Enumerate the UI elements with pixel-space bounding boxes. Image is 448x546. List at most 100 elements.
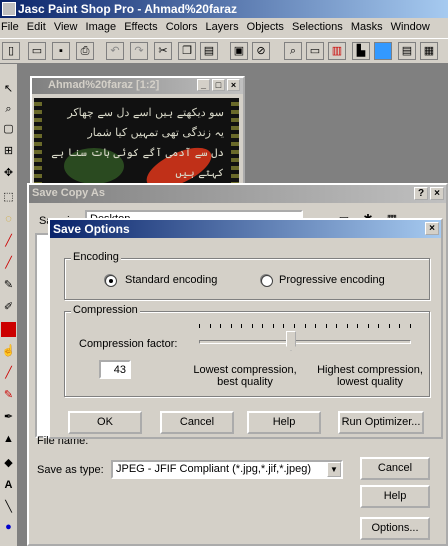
monitor-icon[interactable]: ▣	[230, 42, 248, 60]
document-window: Ahmad%20faraz [1:2] _ □ × سو دیکھتے ہیں …	[30, 76, 245, 186]
lowest-quality-label: lowest quality	[336, 376, 404, 388]
close-icon[interactable]: ×	[227, 79, 240, 91]
zoom-icon[interactable]: ⌕	[284, 42, 302, 60]
selection-icon[interactable]: ⬚	[1, 190, 16, 205]
run-optimizer-button[interactable]: Run Optimizer...	[338, 411, 424, 434]
retouch-icon[interactable]	[1, 322, 16, 337]
poem-line: دل سے آدمی آگے کوئی بات سنا ہے	[51, 146, 224, 159]
app-title: Jasc Paint Shop Pro - Ahmad%20faraz	[18, 2, 237, 16]
menu-view[interactable]: View	[54, 18, 83, 33]
deform-icon[interactable]: ▢	[1, 122, 16, 137]
slider-tick	[378, 324, 379, 328]
menu-effects[interactable]: Effects	[124, 18, 162, 33]
progressive-encoding-radio[interactable]	[261, 275, 273, 287]
compression-factor-input[interactable]	[99, 360, 131, 379]
help-icon[interactable]: ?	[414, 187, 428, 200]
menu-window[interactable]: Window	[391, 18, 435, 33]
standard-encoding-radio[interactable]	[105, 275, 117, 287]
eraser-icon[interactable]: ╱	[1, 366, 16, 381]
new-icon[interactable]: ▯	[2, 42, 20, 60]
menu-layers[interactable]: Layers	[206, 18, 244, 33]
undo-icon[interactable]: ↶	[106, 42, 124, 60]
close-icon[interactable]: ×	[425, 222, 439, 235]
redo-icon[interactable]: ↷	[130, 42, 148, 60]
progressive-encoding-label[interactable]: Progressive encoding	[279, 274, 385, 286]
chevron-down-icon[interactable]: ▼	[327, 462, 341, 477]
save-type-combo[interactable]: JPEG - JFIF Compliant (*.jpg,*.jif,*.jpe…	[111, 460, 343, 479]
slider-tick	[273, 324, 274, 328]
slider-thumb[interactable]	[286, 331, 296, 351]
menu-selections[interactable]: Selections	[292, 18, 348, 33]
film-strip-right	[231, 98, 239, 184]
airbrush-icon[interactable]: ✒	[1, 410, 16, 425]
fill-icon[interactable]: ◆	[1, 456, 16, 471]
scratch-remover-icon[interactable]: ☝	[1, 344, 16, 359]
slider-tick	[199, 324, 200, 328]
cut-icon[interactable]: ✂	[154, 42, 172, 60]
mover-icon[interactable]: ✥	[1, 166, 16, 181]
menu-colors[interactable]: Colors	[166, 18, 203, 33]
slider-tick	[294, 324, 295, 328]
histogram-icon[interactable]: ▙	[352, 42, 370, 60]
paintbrush-icon[interactable]: ╱	[1, 256, 16, 271]
slider-tick	[336, 324, 337, 328]
ok-button[interactable]: OK	[68, 411, 142, 434]
help-button[interactable]: Help	[247, 411, 321, 434]
options-button[interactable]: Options...	[360, 517, 430, 540]
menu-objects[interactable]: Objects	[247, 18, 289, 33]
magnifier-icon[interactable]: ⌕	[1, 102, 16, 117]
slider-tick	[305, 324, 306, 328]
slider-tick	[241, 324, 242, 328]
menu-masks[interactable]: Masks	[351, 18, 388, 33]
color-palette-icon[interactable]	[374, 42, 392, 60]
slider-tick	[368, 324, 369, 328]
text-icon[interactable]: A	[1, 478, 16, 493]
menu-bar: File Edit View Image Effects Colors Laye…	[0, 18, 448, 38]
arrow-icon[interactable]: ↖	[1, 82, 16, 97]
poem-line: یہ زندگی تھی تمہیں کیا شمار	[87, 126, 224, 139]
compression-slider[interactable]	[199, 322, 411, 352]
menu-image[interactable]: Image	[86, 18, 122, 33]
print-icon[interactable]: ⎙	[76, 42, 94, 60]
line-icon[interactable]: ╲	[1, 500, 16, 515]
slider-tick	[231, 324, 232, 328]
paste-icon[interactable]: ▤	[200, 42, 218, 60]
picture-tube-icon[interactable]: ✎	[1, 388, 16, 403]
standard-encoding-label[interactable]: Standard encoding	[125, 274, 217, 286]
help-button[interactable]: Help	[360, 485, 430, 508]
clone-icon[interactable]: ✎	[1, 278, 16, 293]
slider-tick	[389, 324, 390, 328]
menu-edit[interactable]: Edit	[27, 18, 51, 33]
lowest-compression-label: Lowest compression,	[193, 364, 297, 376]
save-options-title: Save Options	[53, 222, 130, 236]
flood-fill-icon[interactable]: ▲	[1, 432, 16, 447]
slider-tick	[220, 324, 221, 328]
save-type-label: Save as type:	[37, 464, 104, 476]
document-title: Ahmad%20faraz [1:2]	[48, 79, 160, 91]
crop-icon[interactable]: ⊞	[1, 144, 16, 159]
slider-tick	[210, 324, 211, 328]
cancel-button[interactable]: Cancel	[360, 457, 430, 480]
dropper-icon[interactable]: ╱	[1, 234, 16, 249]
open-icon[interactable]: ▭	[28, 42, 46, 60]
grid-icon[interactable]: ▦	[420, 42, 438, 60]
film-strip-left	[34, 98, 42, 184]
maximize-icon[interactable]: □	[212, 79, 225, 91]
color-replacer-icon[interactable]: ✐	[1, 300, 16, 315]
compression-factor-label: Compression factor:	[79, 338, 178, 350]
close-icon[interactable]: ×	[430, 187, 444, 200]
shape-icon[interactable]: ●	[1, 520, 16, 535]
cancel-button[interactable]: Cancel	[160, 411, 234, 434]
overview-icon[interactable]: ▭	[306, 42, 324, 60]
minimize-icon[interactable]: _	[197, 79, 210, 91]
no-entry-icon[interactable]: ⊘	[252, 42, 270, 60]
slider-tick	[399, 324, 400, 328]
lasso-icon[interactable]: ◌	[1, 212, 16, 227]
tool-palette-icon[interactable]: ▥	[328, 42, 346, 60]
copy-icon[interactable]: ❐	[178, 42, 196, 60]
slider-tick	[347, 324, 348, 328]
slider-track	[199, 340, 411, 344]
menu-file[interactable]: File	[0, 18, 24, 33]
save-icon[interactable]: ▪	[52, 42, 70, 60]
layers-icon[interactable]: ▤	[398, 42, 416, 60]
